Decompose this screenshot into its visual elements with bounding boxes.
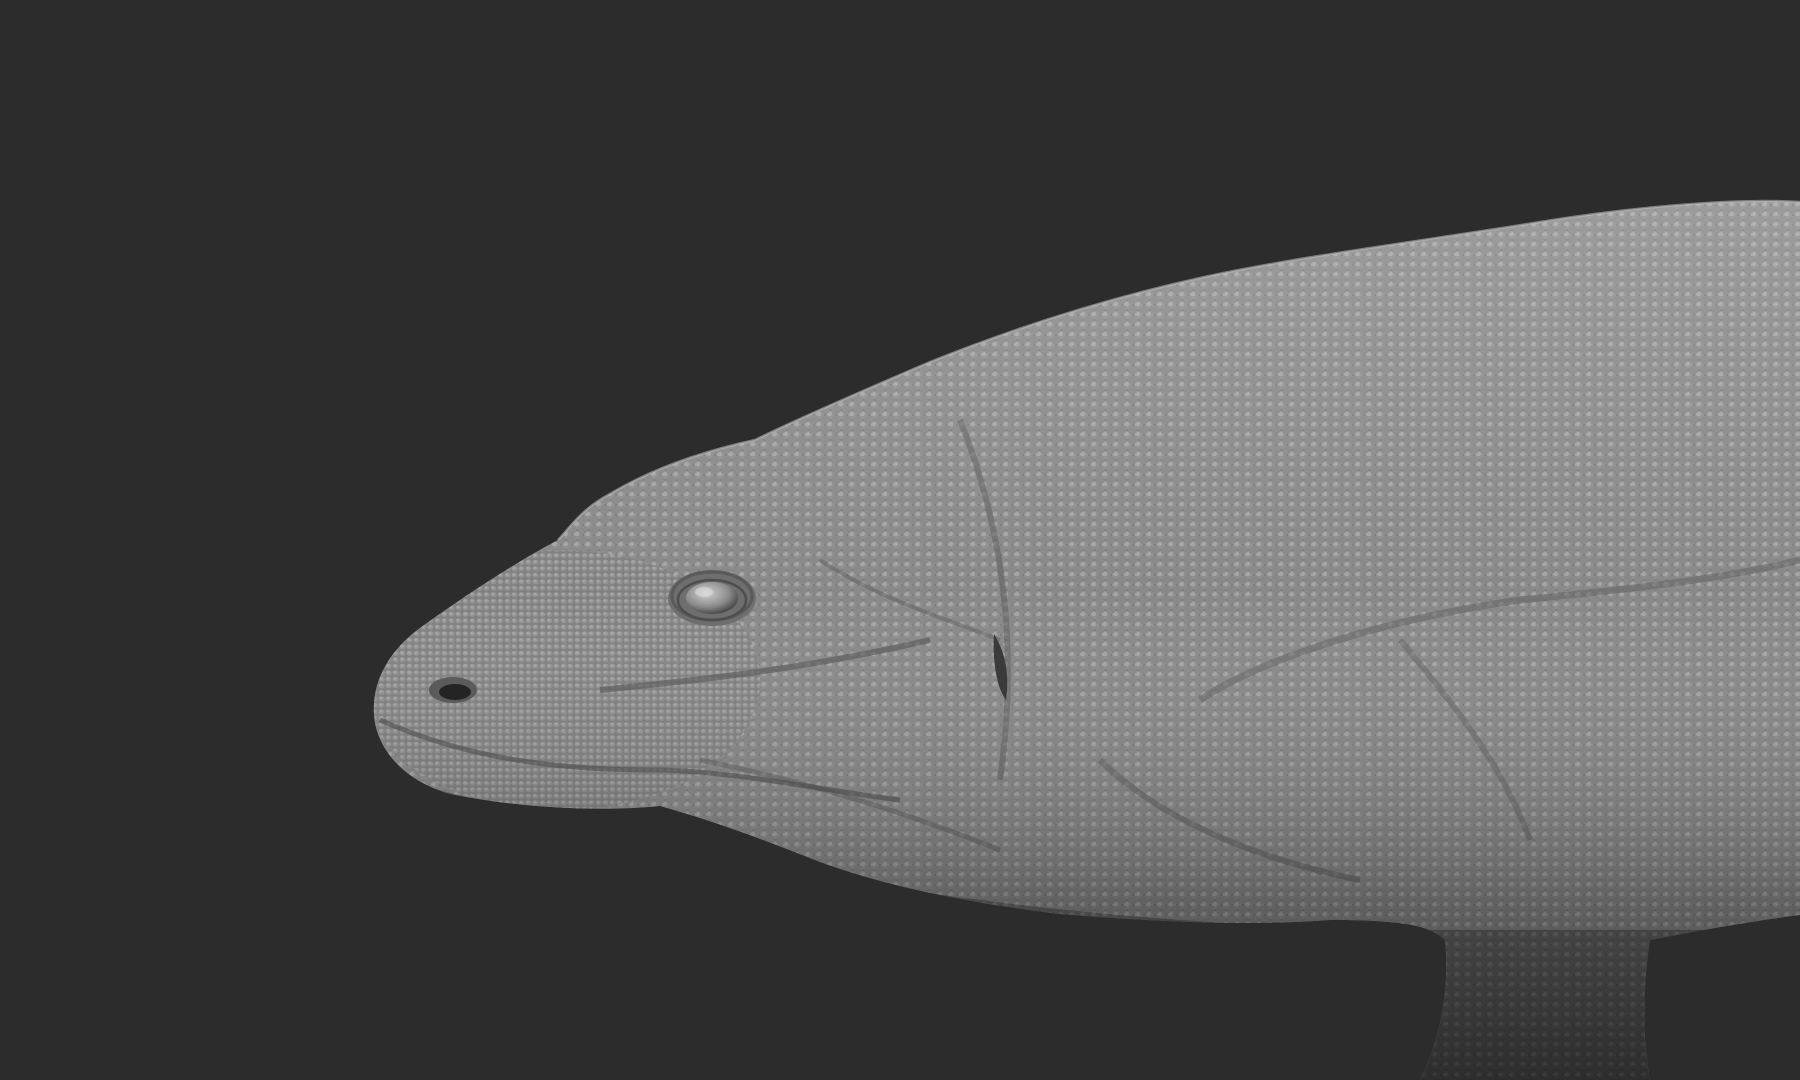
nostril-detail: [429, 677, 477, 703]
sculpt-canvas[interactable]: [0, 0, 1800, 1080]
komodo-model[interactable]: [360, 199, 1800, 1080]
eye-detail: [668, 570, 756, 626]
sculpt-viewport[interactable]: [0, 0, 1800, 1080]
